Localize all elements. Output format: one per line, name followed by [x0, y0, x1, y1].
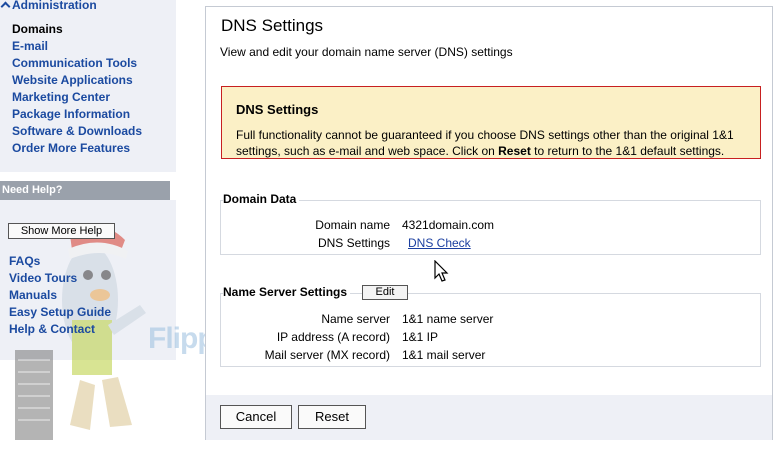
help-link-easy-setup-guide[interactable]: Easy Setup Guide: [9, 304, 111, 321]
domain-name-label: Domain name: [315, 218, 390, 232]
help-link-manuals[interactable]: Manuals: [9, 287, 111, 304]
help-link-faqs[interactable]: FAQs: [9, 253, 111, 270]
admin-nav-list: Domains E-mail Communication Tools Websi…: [12, 21, 142, 157]
sidebar-item-email[interactable]: E-mail: [12, 38, 142, 55]
sidebar-item-marketing-center[interactable]: Marketing Center: [12, 89, 142, 106]
warning-title: DNS Settings: [236, 102, 319, 117]
admin-section-header[interactable]: Administration: [0, 0, 97, 12]
warning-text-reset: Reset: [498, 144, 531, 158]
ip-address-label: IP address (A record): [276, 330, 390, 344]
show-more-help-button[interactable]: Show More Help: [8, 223, 115, 239]
admin-section-title: Administration: [12, 0, 97, 12]
sidebar-item-software-downloads[interactable]: Software & Downloads: [12, 123, 142, 140]
reset-button[interactable]: Reset: [298, 405, 366, 429]
warning-box: DNS Settings Full functionality cannot b…: [221, 86, 761, 159]
domain-data-title: Domain Data: [223, 192, 300, 206]
cancel-button[interactable]: Cancel: [220, 405, 292, 429]
mail-server-label: Mail server (MX record): [264, 348, 390, 362]
need-help-header: Need Help?: [0, 181, 170, 200]
warning-text: Full functionality cannot be guaranteed …: [236, 127, 756, 159]
sidebar-item-package-information[interactable]: Package Information: [12, 106, 142, 123]
ip-address-value: 1&1 IP: [402, 330, 439, 344]
action-button-bar: Cancel Reset: [206, 395, 772, 440]
dns-settings-label: DNS Settings: [317, 236, 390, 250]
name-server-value: 1&1 name server: [402, 312, 494, 326]
help-link-help-contact[interactable]: Help & Contact: [9, 321, 111, 338]
sidebar-item-communication-tools[interactable]: Communication Tools: [12, 55, 142, 72]
edit-button[interactable]: Edit: [362, 285, 408, 300]
sidebar: Administration Domains E-mail Communicat…: [0, 0, 280, 450]
page-description: View and edit your domain name server (D…: [220, 45, 513, 59]
collapse-arrow-icon[interactable]: [0, 1, 11, 12]
dns-check-link[interactable]: DNS Check: [408, 236, 471, 250]
name-server-title: Name Server Settings: [223, 285, 351, 299]
sidebar-item-domains[interactable]: Domains: [12, 21, 142, 38]
warning-text-part: to return to the 1&1 default settings.: [530, 144, 725, 158]
domain-name-value: 4321domain.com: [402, 218, 495, 232]
dns-settings-panel: DNS Settings View and edit your domain n…: [205, 6, 773, 440]
sidebar-item-order-more-features[interactable]: Order More Features: [12, 140, 142, 157]
mail-server-value: 1&1 mail server: [402, 348, 486, 362]
help-link-video-tours[interactable]: Video Tours: [9, 270, 111, 287]
sidebar-item-website-applications[interactable]: Website Applications: [12, 72, 142, 89]
name-server-label: Name server: [321, 312, 390, 326]
help-links-list: FAQs Video Tours Manuals Easy Setup Guid…: [9, 253, 111, 338]
page-title: DNS Settings: [221, 16, 324, 35]
